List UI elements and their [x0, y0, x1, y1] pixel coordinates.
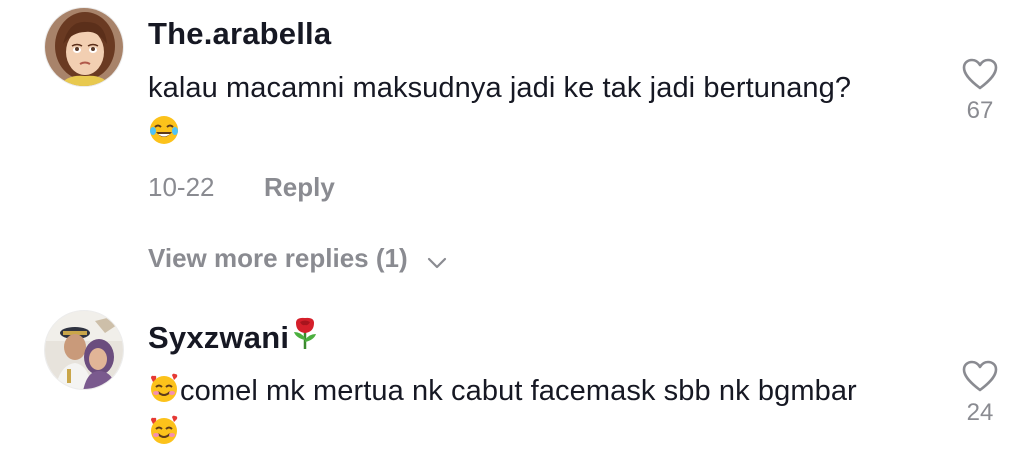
username[interactable]: Syxzwani	[148, 316, 320, 358]
face-with-tears-of-joy-icon	[148, 114, 180, 154]
rose-icon	[290, 316, 320, 358]
avatar-image	[45, 311, 123, 389]
heart-icon	[962, 360, 998, 396]
comment-item: Syxzwani comel mk mertua nk cabut facema…	[0, 300, 1032, 472]
like-button[interactable]: 24	[950, 360, 1010, 427]
comment-item: The.arabella kalau macamni maksudnya jad…	[0, 0, 1032, 300]
smiling-face-with-hearts-icon	[148, 372, 180, 412]
avatar[interactable]	[44, 7, 124, 87]
reply-button[interactable]: Reply	[264, 172, 335, 203]
comment-text: comel mk mertua nk cabut facemask sbb nk…	[180, 375, 857, 407]
like-count: 67	[966, 97, 994, 124]
view-more-replies-button[interactable]: View more replies (1)	[148, 243, 447, 276]
comment-text-emoji-line	[148, 414, 180, 454]
username[interactable]: The.arabella	[148, 16, 331, 52]
like-button[interactable]: 67	[950, 58, 1010, 125]
smiling-face-with-hearts-icon	[148, 414, 180, 454]
comment-text: kalau macamni maksudnya jadi ke tak jadi…	[148, 72, 852, 104]
avatar[interactable]	[44, 310, 124, 390]
chevron-down-icon	[427, 245, 447, 276]
view-more-replies-label: View more replies (1)	[148, 243, 408, 273]
avatar-image	[45, 8, 123, 86]
like-count: 24	[966, 399, 994, 426]
comment-text-line: comel mk mertua nk cabut facemask sbb nk…	[148, 372, 857, 412]
username-text: Syxzwani	[148, 320, 290, 355]
heart-icon	[962, 58, 998, 94]
comment-date: 10-22	[148, 172, 215, 202]
comment-text-emoji-line	[148, 114, 180, 154]
